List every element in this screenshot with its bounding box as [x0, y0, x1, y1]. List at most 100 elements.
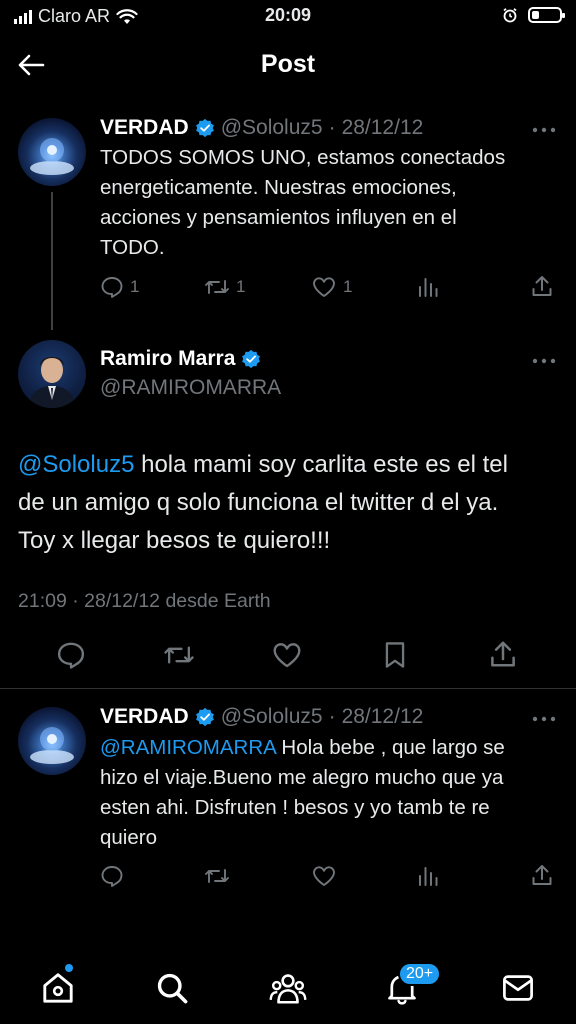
bottom-navigation [0, 950, 576, 1024]
search-icon [157, 973, 188, 1004]
communities-icon [269, 974, 307, 1004]
like-button[interactable] [271, 640, 303, 670]
share-icon [532, 276, 552, 296]
like-button[interactable] [311, 864, 337, 888]
text-span: hola mami soy carlita este es el tel [134, 451, 508, 478]
author-name[interactable]: Ramiro Marra [100, 347, 235, 371]
text-line: energeticamente. Nuestras emociones, [100, 176, 457, 199]
repost-count: 1 [236, 277, 246, 296]
share-button[interactable] [488, 639, 518, 669]
author-name[interactable]: VERDAD [100, 705, 189, 729]
nav-messages[interactable] [498, 968, 538, 1008]
avatar-image [30, 138, 74, 175]
text-span: Hola bebe , que largo se [275, 736, 505, 759]
bookmark-button[interactable] [381, 640, 409, 670]
mention-link[interactable]: @RAMIROMARRA [100, 736, 276, 759]
page-title: Post [260, 50, 316, 78]
more-button[interactable] [532, 705, 556, 728]
repost-button[interactable] [204, 864, 230, 888]
post-date: 28/12/12 [341, 705, 424, 728]
views-icon [419, 867, 438, 886]
post-author-row: VERDAD @Sololuz5 · 28/12/12 [100, 705, 423, 729]
views-button[interactable] [416, 275, 440, 299]
repost-button[interactable]: 1 [204, 275, 245, 299]
like-count: 1 [343, 277, 353, 296]
text-line: quiero [100, 826, 157, 849]
post-author-row: Ramiro Marra [100, 347, 261, 371]
nav-communities[interactable] [268, 968, 308, 1008]
text-line: @RAMIROMARRA Hola bebe , que largo se [100, 733, 566, 763]
author-handle[interactable]: @RAMIROMARRA [100, 376, 281, 400]
avatar[interactable] [18, 118, 86, 186]
status-bar: Claro AR 20:09 [0, 0, 576, 34]
messages-icon [503, 975, 533, 1001]
text-line: acciones y pensamientos influyen en el [100, 206, 457, 229]
text-line: hizo el viaje.Bueno me alegro mucho que … [100, 766, 504, 789]
more-button[interactable] [532, 116, 556, 139]
reply-button[interactable]: 1 [100, 275, 139, 299]
reply-icon [101, 866, 123, 887]
divider [0, 688, 576, 689]
share-button[interactable] [530, 863, 554, 887]
reply-button[interactable] [100, 864, 124, 888]
text-line: TODOS SOMOS UNO, estamos conectados [100, 146, 506, 169]
mention-link[interactable]: @Sololuz5 [18, 451, 134, 478]
share-button[interactable] [530, 274, 554, 298]
post-text: @RAMIROMARRA Hola bebe , que largo se hi… [100, 733, 566, 853]
reply-icon [101, 277, 123, 298]
author-name[interactable]: VERDAD [100, 116, 189, 140]
like-icon [313, 866, 335, 886]
separator-dot: · [328, 705, 336, 728]
repost-button[interactable] [163, 640, 195, 670]
reply-button[interactable] [56, 640, 86, 670]
repost-icon [205, 280, 229, 294]
battery-icon [528, 7, 565, 23]
reply-icon [57, 642, 85, 669]
views-icon [419, 278, 438, 297]
verified-badge-icon [195, 707, 214, 727]
post-date: 28/12/12 [341, 116, 424, 139]
repost-icon [164, 646, 194, 664]
text-line: esten ahi. Disfruten ! besos y yo tamb t… [100, 796, 490, 819]
post-text: TODOS SOMOS UNO, estamos conectados ener… [100, 143, 560, 263]
text-line: de un amigo q solo funciona el twitter d… [18, 489, 499, 516]
text-line: @Sololuz5 hola mami soy carlita este es … [18, 446, 558, 484]
bookmark-icon [385, 642, 405, 668]
verified-badge-icon [242, 349, 261, 369]
share-icon [532, 865, 552, 885]
home-icon [43, 973, 73, 1003]
author-handle[interactable]: @Sololuz5 [221, 116, 323, 140]
like-icon [273, 643, 301, 668]
post-timestamp[interactable]: 21:09 · 28/12/12 desde Earth [18, 590, 271, 613]
status-time: 20:09 [264, 5, 312, 25]
separator-dot: · [328, 116, 336, 139]
repost-icon [205, 869, 229, 883]
nav-home[interactable] [38, 968, 78, 1008]
post-author-row: VERDAD @Sololuz5 · 28/12/12 [100, 116, 423, 140]
share-icon [491, 641, 515, 667]
verified-badge-icon [195, 118, 214, 138]
home-unread-dot [65, 964, 73, 972]
views-button[interactable] [416, 864, 440, 888]
alarm-icon [503, 8, 517, 23]
avatar[interactable] [18, 340, 86, 408]
more-button[interactable] [532, 347, 556, 370]
main-post-text: @Sololuz5 hola mami soy carlita este es … [18, 446, 558, 560]
notification-badge: 20+ [398, 962, 442, 986]
avatar-image [30, 727, 74, 764]
avatar[interactable] [18, 707, 86, 775]
reply-count: 1 [130, 277, 140, 296]
more-icon [532, 127, 556, 133]
like-button[interactable]: 1 [311, 275, 352, 299]
avatar-image [28, 357, 76, 408]
like-icon [313, 277, 335, 297]
author-handle[interactable]: @Sololuz5 [221, 705, 323, 729]
status-right [502, 7, 565, 23]
more-icon [532, 716, 556, 722]
top-bar: Post [0, 34, 576, 96]
handle-row: @RAMIROMARRA [100, 376, 281, 400]
text-line: TODO. [100, 236, 165, 259]
more-icon [532, 358, 556, 364]
nav-search[interactable] [152, 968, 192, 1008]
text-line: Toy x llegar besos te quiero!!! [18, 527, 331, 554]
